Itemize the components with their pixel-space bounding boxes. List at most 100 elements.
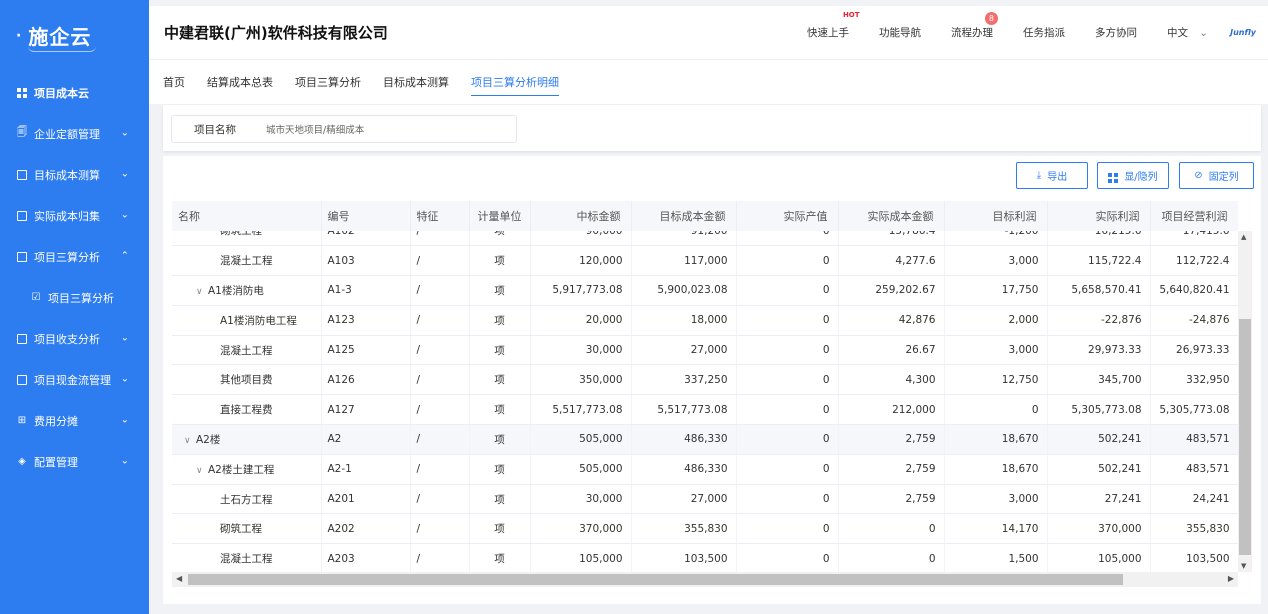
cell-feature: /	[410, 335, 470, 366]
expand-toggle-icon[interactable]: ∨	[184, 436, 196, 446]
sidebar-subitem-three-analysis[interactable]: ☑ 项目三算分析	[0, 277, 149, 318]
table-row[interactable]: 其他项目费 A126/项 350,000 337,250 0 4,300 12,750 345…	[172, 364, 1238, 396]
col-header-bid[interactable]: 中标金额	[530, 201, 632, 231]
collab-link[interactable]: 多方协同	[1095, 25, 1137, 40]
tasks-link[interactable]: 任务指派	[1023, 25, 1065, 40]
tab-target-cost[interactable]: 目标成本测算	[383, 60, 449, 104]
process-link[interactable]: 8 流程办理	[951, 12, 998, 40]
cell-output: 0	[736, 305, 839, 336]
cell-target: 27,000	[631, 335, 737, 366]
chevron-down-icon: ⌄	[120, 208, 129, 220]
cell-feature: /	[410, 424, 470, 455]
cell-feature: /	[410, 364, 470, 396]
col-header-op-profit[interactable]: 项目经营利润	[1150, 201, 1238, 231]
col-header-actual-profit[interactable]: 实际利润	[1047, 201, 1151, 231]
tab-three-analysis-detail[interactable]: 项目三算分析明细	[471, 60, 559, 104]
cell-bid: 5,917,773.08	[530, 275, 632, 306]
cell-name: 混凝土工程	[172, 335, 322, 366]
cell-name: ∨ A2楼土建工程	[172, 454, 322, 485]
table-row[interactable]: ∨ A2楼土建工程 A2-1/项 505,000 486,330 0 2,759 18,670…	[172, 454, 1238, 485]
table-row[interactable]: ∨ A1楼消防电 A1-3/项 5,917,773.08 5,900,023.08 0 25…	[172, 275, 1238, 306]
col-header-feature[interactable]: 特征	[410, 201, 470, 231]
scroll-down-icon[interactable]: ▼	[1241, 562, 1246, 570]
col-header-code[interactable]: 编号	[321, 201, 411, 231]
cell-target: 91,200	[631, 231, 737, 247]
sidebar-item-target-cost[interactable]: 目标成本测算 ⌄	[0, 154, 149, 195]
cell-oprofit: 24,241	[1150, 484, 1238, 515]
tab-settlement-summary[interactable]: 结算成本总表	[207, 60, 273, 104]
sidebar-item-project-cost-cloud[interactable]: 项目成本云	[0, 72, 149, 113]
expand-toggle-icon[interactable]: ∨	[196, 287, 208, 297]
col-header-output[interactable]: 实际产值	[736, 201, 839, 231]
cell-name: 直接工程费	[172, 394, 322, 426]
horizontal-scrollbar[interactable]: ◀ ▶	[172, 572, 1238, 587]
export-button[interactable]: ⤓ 导出	[1016, 162, 1088, 189]
sidebar-item-config[interactable]: ◈ 配置管理 ⌄	[0, 441, 149, 482]
table-row[interactable]: ∨ A2楼 A2/项 505,000 486,330 0 2,759 18,670 502,24…	[172, 424, 1238, 455]
sidebar-item-cost-split[interactable]: ⊞ 费用分摊 ⌄	[0, 400, 149, 441]
project-name-input[interactable]	[266, 123, 506, 135]
sidebar-item-actual-cost[interactable]: 实际成本归集 ⌄	[0, 195, 149, 236]
cell-output: 0	[736, 335, 839, 366]
cell-name: 其他项目费	[172, 364, 322, 396]
cell-aprofit: 345,700	[1047, 364, 1151, 396]
fix-columns-button[interactable]: ⊘ 固定列	[1179, 162, 1254, 189]
cell-name-text: 砌筑工程	[220, 231, 262, 238]
brand-logo: Junfly	[1230, 28, 1256, 37]
scroll-right-icon[interactable]: ▶	[1228, 574, 1234, 583]
cell-feature: /	[410, 231, 470, 247]
cell-unit: 项	[469, 245, 531, 277]
cell-oprofit: 483,571	[1150, 424, 1238, 455]
collect-icon	[16, 210, 28, 222]
language-select[interactable]: 中文 ⌄	[1167, 25, 1208, 40]
sidebar-item-income-expense[interactable]: 项目收支分析 ⌄	[0, 318, 149, 359]
cell-aprofit: 502,241	[1047, 424, 1151, 455]
cell-feature: /	[410, 543, 470, 573]
tab-home[interactable]: 首页	[163, 60, 185, 104]
cell-actual: 212,000	[838, 394, 945, 426]
data-table: 名称 编号 特征 计量单位 中标金额 目标成本金额 实际产值 实际成本金额 目标…	[172, 201, 1238, 589]
sidebar-item-three-analysis[interactable]: 项目三算分析 ⌃	[0, 236, 149, 277]
chevron-down-icon: ⌄	[120, 126, 129, 138]
col-header-unit[interactable]: 计量单位	[469, 201, 531, 231]
tab-three-analysis[interactable]: 项目三算分析	[295, 60, 361, 104]
horizontal-scroll-thumb[interactable]	[188, 574, 1123, 585]
table-row[interactable]: 混凝土工程 A203/项 105,000 103,500 0 0 1,500 105,000 1…	[172, 543, 1238, 573]
scroll-up-icon[interactable]: ▲	[1241, 233, 1246, 241]
chevron-down-icon: ⌄	[120, 413, 129, 425]
cell-name: ∨ A2楼	[172, 424, 322, 455]
grid-icon	[1108, 169, 1119, 183]
cell-aprofit: 16,215.6	[1047, 231, 1151, 247]
sidebar: · 施企云 项目成本云 🗐 企业定额管理 ⌄ 目标成本测算 ⌄ 实际成本归集 ⌄…	[0, 0, 149, 614]
sidebar-item-label: 项目三算分析	[48, 291, 114, 305]
col-header-name[interactable]: 名称	[172, 201, 322, 231]
cash-icon	[16, 374, 28, 386]
cell-aprofit: 105,000	[1047, 543, 1151, 573]
table-row[interactable]: 砌筑工程 A102/项90,00091,200015,786.4-1,20016,…	[172, 231, 1238, 247]
table-row[interactable]: 砌筑工程 A202/项 370,000 355,830 0 0 14,170 370,000 3…	[172, 513, 1238, 545]
cell-code: A103	[321, 245, 411, 277]
sidebar-item-quota[interactable]: 🗐 企业定额管理 ⌄	[0, 113, 149, 154]
table-row[interactable]: 直接工程费 A127/项 5,517,773.08 5,517,773.08 0 212,…	[172, 394, 1238, 426]
expand-toggle-icon[interactable]: ∨	[196, 466, 208, 476]
funcnav-link[interactable]: 功能导航	[879, 25, 921, 40]
cell-bid: 30,000	[530, 335, 632, 366]
table-row[interactable]: 混凝土工程 A103/项 120,000 117,000 0 4,277.6 3,000 11…	[172, 245, 1238, 277]
quickstart-link[interactable]: HOT 快速上手	[807, 11, 860, 40]
col-header-actual[interactable]: 实际成本金额	[838, 201, 945, 231]
table-header: 名称 编号 特征 计量单位 中标金额 目标成本金额 实际产值 实际成本金额 目标…	[172, 201, 1238, 231]
col-header-target-profit[interactable]: 目标利润	[944, 201, 1048, 231]
toggle-columns-button[interactable]: 显/隐列	[1097, 162, 1169, 189]
table-row[interactable]: 土石方工程 A201/项 30,000 27,000 0 2,759 3,000 27,241…	[172, 484, 1238, 515]
col-header-target[interactable]: 目标成本金额	[631, 201, 737, 231]
table-row[interactable]: A1楼消防电工程 A123/项 20,000 18,000 0 42,876 2,000 -2…	[172, 305, 1238, 336]
table-row[interactable]: 混凝土工程 A125/项 30,000 27,000 0 26.67 3,000 29,973…	[172, 335, 1238, 366]
cell-code: A123	[321, 305, 411, 336]
sidebar-item-label: 费用分摊	[34, 414, 78, 428]
vertical-scroll-thumb[interactable]	[1239, 319, 1251, 555]
sidebar-item-cashflow[interactable]: 项目现金流管理 ⌄	[0, 359, 149, 400]
scroll-left-icon[interactable]: ◀	[176, 574, 182, 583]
vertical-scrollbar[interactable]: ▲ ▼	[1238, 231, 1252, 572]
search-panel: 项目名称	[163, 105, 1261, 151]
cell-bid: 5,517,773.08	[530, 394, 632, 426]
